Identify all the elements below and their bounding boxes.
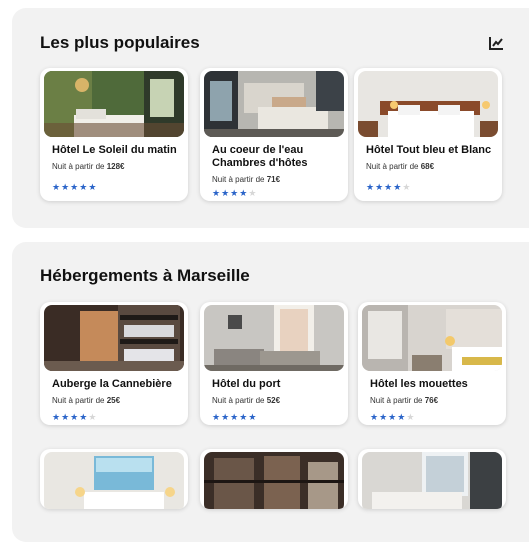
star-filled-icon: ★ [397, 412, 407, 422]
star-filled-icon: ★ [239, 412, 249, 422]
star-filled-icon: ★ [212, 412, 222, 422]
star-empty-icon: ★ [88, 412, 98, 422]
hotel-name: Auberge la Cannebière [52, 378, 172, 390]
hotel-photo [44, 452, 184, 509]
hotel-card[interactable]: Hôtel les mouettes Nuit à partir de 76€ … [358, 302, 506, 425]
hotel-name: Au coeur de l'eau Chambres d'hôtes [212, 144, 308, 169]
star-filled-icon: ★ [88, 182, 98, 192]
star-filled-icon: ★ [384, 182, 394, 192]
hotel-card[interactable]: Hôtel Le Soleil du matin Nuit à partir d… [40, 68, 188, 201]
hotel-card[interactable]: Auberge la Cannebière Nuit à partir de 2… [40, 302, 188, 425]
hotel-name: Hôtel du port [212, 378, 281, 390]
star-filled-icon: ★ [61, 412, 71, 422]
hotel-card[interactable] [40, 449, 188, 509]
popular-section-title: Les plus populaires [40, 33, 200, 52]
star-filled-icon: ★ [388, 412, 398, 422]
star-filled-icon: ★ [379, 412, 389, 422]
hotel-price: Nuit à partir de 128€ [52, 162, 125, 171]
hotel-photo [362, 452, 502, 509]
star-filled-icon: ★ [61, 182, 71, 192]
hotel-photo [204, 71, 344, 137]
hotel-price: Nuit à partir de 71€ [212, 175, 281, 184]
star-rating: ★★★★★ [212, 412, 257, 422]
hotel-photo [358, 71, 498, 137]
star-rating: ★★★★★ [212, 188, 257, 198]
star-empty-icon: ★ [406, 412, 416, 422]
star-filled-icon: ★ [230, 188, 240, 198]
star-filled-icon: ★ [393, 182, 403, 192]
star-rating: ★★★★★ [366, 182, 411, 192]
hotel-name: Hôtel Le Soleil du matin [52, 144, 177, 156]
trending-chart-icon[interactable] [489, 36, 504, 50]
hotel-name: Hôtel Tout bleu et Blanc [366, 144, 492, 156]
star-rating: ★★★★★ [52, 412, 97, 422]
star-filled-icon: ★ [221, 188, 231, 198]
hotel-price: Nuit à partir de 68€ [366, 162, 435, 171]
hotel-photo [44, 305, 184, 371]
star-filled-icon: ★ [239, 188, 249, 198]
hotel-photo [204, 452, 344, 509]
star-filled-icon: ★ [375, 182, 385, 192]
star-rating: ★★★★★ [370, 412, 415, 422]
popular-section: Les plus populaires Hôtel Le Soleil du m… [12, 8, 529, 228]
star-filled-icon: ★ [52, 182, 62, 192]
hotel-card[interactable] [358, 449, 506, 509]
star-empty-icon: ★ [248, 188, 258, 198]
star-filled-icon: ★ [212, 188, 222, 198]
marseille-section-title: Hébergements à Marseille [40, 266, 250, 285]
star-filled-icon: ★ [79, 182, 89, 192]
star-filled-icon: ★ [70, 412, 80, 422]
hotel-price: Nuit à partir de 76€ [370, 396, 439, 405]
star-filled-icon: ★ [52, 412, 62, 422]
hotel-card[interactable]: Hôtel Tout bleu et Blanc Nuit à partir d… [354, 68, 502, 201]
hotel-card[interactable] [200, 449, 348, 509]
hotel-name: Hôtel les mouettes [370, 378, 468, 390]
star-filled-icon: ★ [70, 182, 80, 192]
star-empty-icon: ★ [402, 182, 412, 192]
marseille-section: Hébergements à Marseille Auberge la Cann… [12, 242, 529, 542]
hotel-photo [44, 71, 184, 137]
hotel-price: Nuit à partir de 52€ [212, 396, 281, 405]
hotel-photo [204, 305, 344, 371]
hotel-card[interactable]: Hôtel du port Nuit à partir de 52€ ★★★★★ [200, 302, 348, 425]
star-filled-icon: ★ [230, 412, 240, 422]
hotel-price: Nuit à partir de 25€ [52, 396, 121, 405]
hotel-photo [362, 305, 502, 371]
star-rating: ★★★★★ [52, 182, 97, 192]
star-filled-icon: ★ [370, 412, 380, 422]
star-filled-icon: ★ [366, 182, 376, 192]
hotel-card[interactable]: Au coeur de l'eau Chambres d'hôtes Nuit … [200, 68, 348, 201]
star-filled-icon: ★ [248, 412, 258, 422]
star-filled-icon: ★ [79, 412, 89, 422]
star-filled-icon: ★ [221, 412, 231, 422]
